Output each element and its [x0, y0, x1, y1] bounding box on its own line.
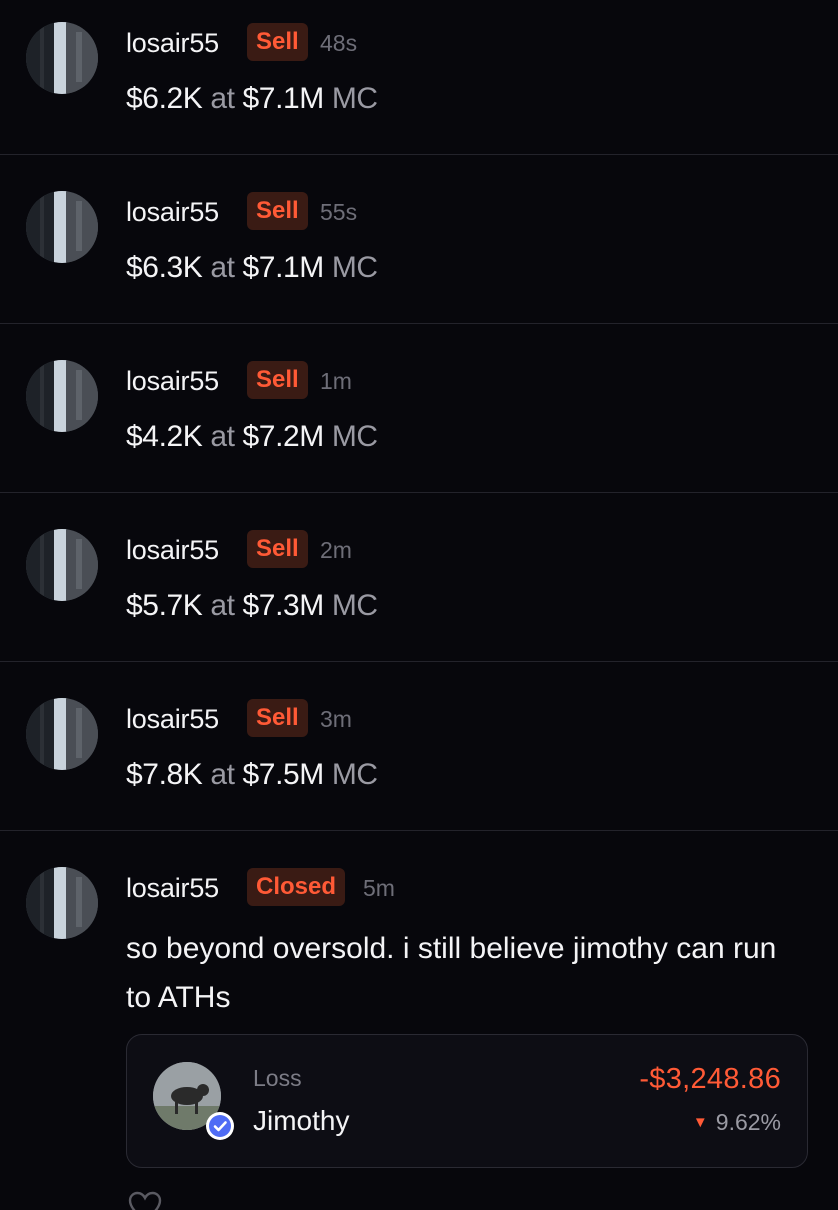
- trade-unit: MC: [331, 589, 378, 622]
- trade-at: at: [210, 758, 235, 791]
- trade-price: $7.2M: [242, 420, 325, 453]
- username[interactable]: losair55: [126, 703, 219, 735]
- trade-price: $7.1M: [242, 251, 325, 284]
- trade-summary: $6.2K at $7.1M MC: [126, 81, 378, 117]
- trade-amount: $7.8K: [126, 758, 203, 791]
- trade-at: at: [210, 589, 235, 622]
- sell-badge: Sell: [247, 361, 308, 399]
- trade-at: at: [210, 420, 235, 453]
- timestamp: 2m: [320, 537, 352, 563]
- sell-badge: Sell: [247, 699, 308, 737]
- activity-feed: losair55 Sell 48s $6.2K at $7.1M MC losa…: [0, 0, 838, 1210]
- user-avatar[interactable]: [26, 698, 98, 770]
- trade-summary: $4.2K at $7.2M MC: [126, 419, 378, 455]
- timestamp: 48s: [320, 30, 358, 56]
- down-triangle-icon: ▼: [692, 1114, 708, 1131]
- verified-check-icon: [205, 1111, 235, 1141]
- trade-amount: $6.2K: [126, 82, 203, 115]
- user-avatar[interactable]: [26, 867, 98, 939]
- trade-amount: $4.2K: [126, 420, 203, 453]
- trade-amount: $5.7K: [126, 589, 203, 622]
- trade-item[interactable]: losair55 Sell 2m $5.7K at $7.3M MC: [0, 493, 838, 662]
- username[interactable]: losair55: [126, 872, 219, 904]
- trade-summary: $7.8K at $7.5M MC: [126, 757, 378, 793]
- username[interactable]: losair55: [126, 534, 219, 566]
- username[interactable]: losair55: [126, 196, 219, 228]
- trade-price: $7.3M: [242, 589, 325, 622]
- closed-badge: Closed: [247, 868, 346, 906]
- username[interactable]: losair55: [126, 27, 219, 59]
- token-name[interactable]: Jimothy: [253, 1105, 349, 1137]
- timestamp: 5m: [363, 875, 395, 901]
- trade-unit: MC: [331, 758, 378, 791]
- pnl-percent-value: 9.62%: [715, 1109, 781, 1135]
- pnl-amount: -$3,248.86: [639, 1063, 781, 1095]
- trade-item[interactable]: losair55 Sell 3m $7.8K at $7.5M MC: [0, 662, 838, 831]
- trade-price: $7.5M: [242, 758, 325, 791]
- trade-unit: MC: [331, 251, 378, 284]
- user-avatar[interactable]: [26, 22, 98, 94]
- timestamp: 1m: [320, 368, 352, 394]
- sell-badge: Sell: [247, 530, 308, 568]
- heart-icon[interactable]: [128, 1190, 162, 1210]
- sell-badge: Sell: [247, 23, 308, 61]
- trade-amount: $6.3K: [126, 251, 203, 284]
- trade-at: at: [210, 251, 235, 284]
- user-avatar[interactable]: [26, 191, 98, 263]
- trade-price: $7.1M: [242, 82, 325, 115]
- timestamp: 3m: [320, 706, 352, 732]
- username[interactable]: losair55: [126, 365, 219, 397]
- sell-badge: Sell: [247, 192, 308, 230]
- trade-summary: $5.7K at $7.3M MC: [126, 588, 378, 624]
- trade-summary: $6.3K at $7.1M MC: [126, 250, 378, 286]
- pnl-card[interactable]: Loss Jimothy -$3,248.86 ▼ 9.62%: [126, 1034, 808, 1168]
- pnl-label: Loss: [253, 1065, 302, 1091]
- trade-unit: MC: [331, 420, 378, 453]
- user-avatar[interactable]: [26, 529, 98, 601]
- trade-item[interactable]: losair55 Sell 55s $6.3K at $7.1M MC: [0, 155, 838, 324]
- post-message: so beyond oversold. i still believe jimo…: [126, 932, 777, 1014]
- trade-unit: MC: [331, 82, 378, 115]
- timestamp: 55s: [320, 199, 358, 225]
- trade-item[interactable]: losair55 Sell 1m $4.2K at $7.2M MC: [0, 324, 838, 493]
- user-avatar[interactable]: [26, 360, 98, 432]
- trade-item[interactable]: losair55 Sell 48s $6.2K at $7.1M MC: [0, 0, 838, 155]
- pnl-percent: ▼ 9.62%: [693, 1109, 781, 1136]
- trade-at: at: [210, 82, 235, 115]
